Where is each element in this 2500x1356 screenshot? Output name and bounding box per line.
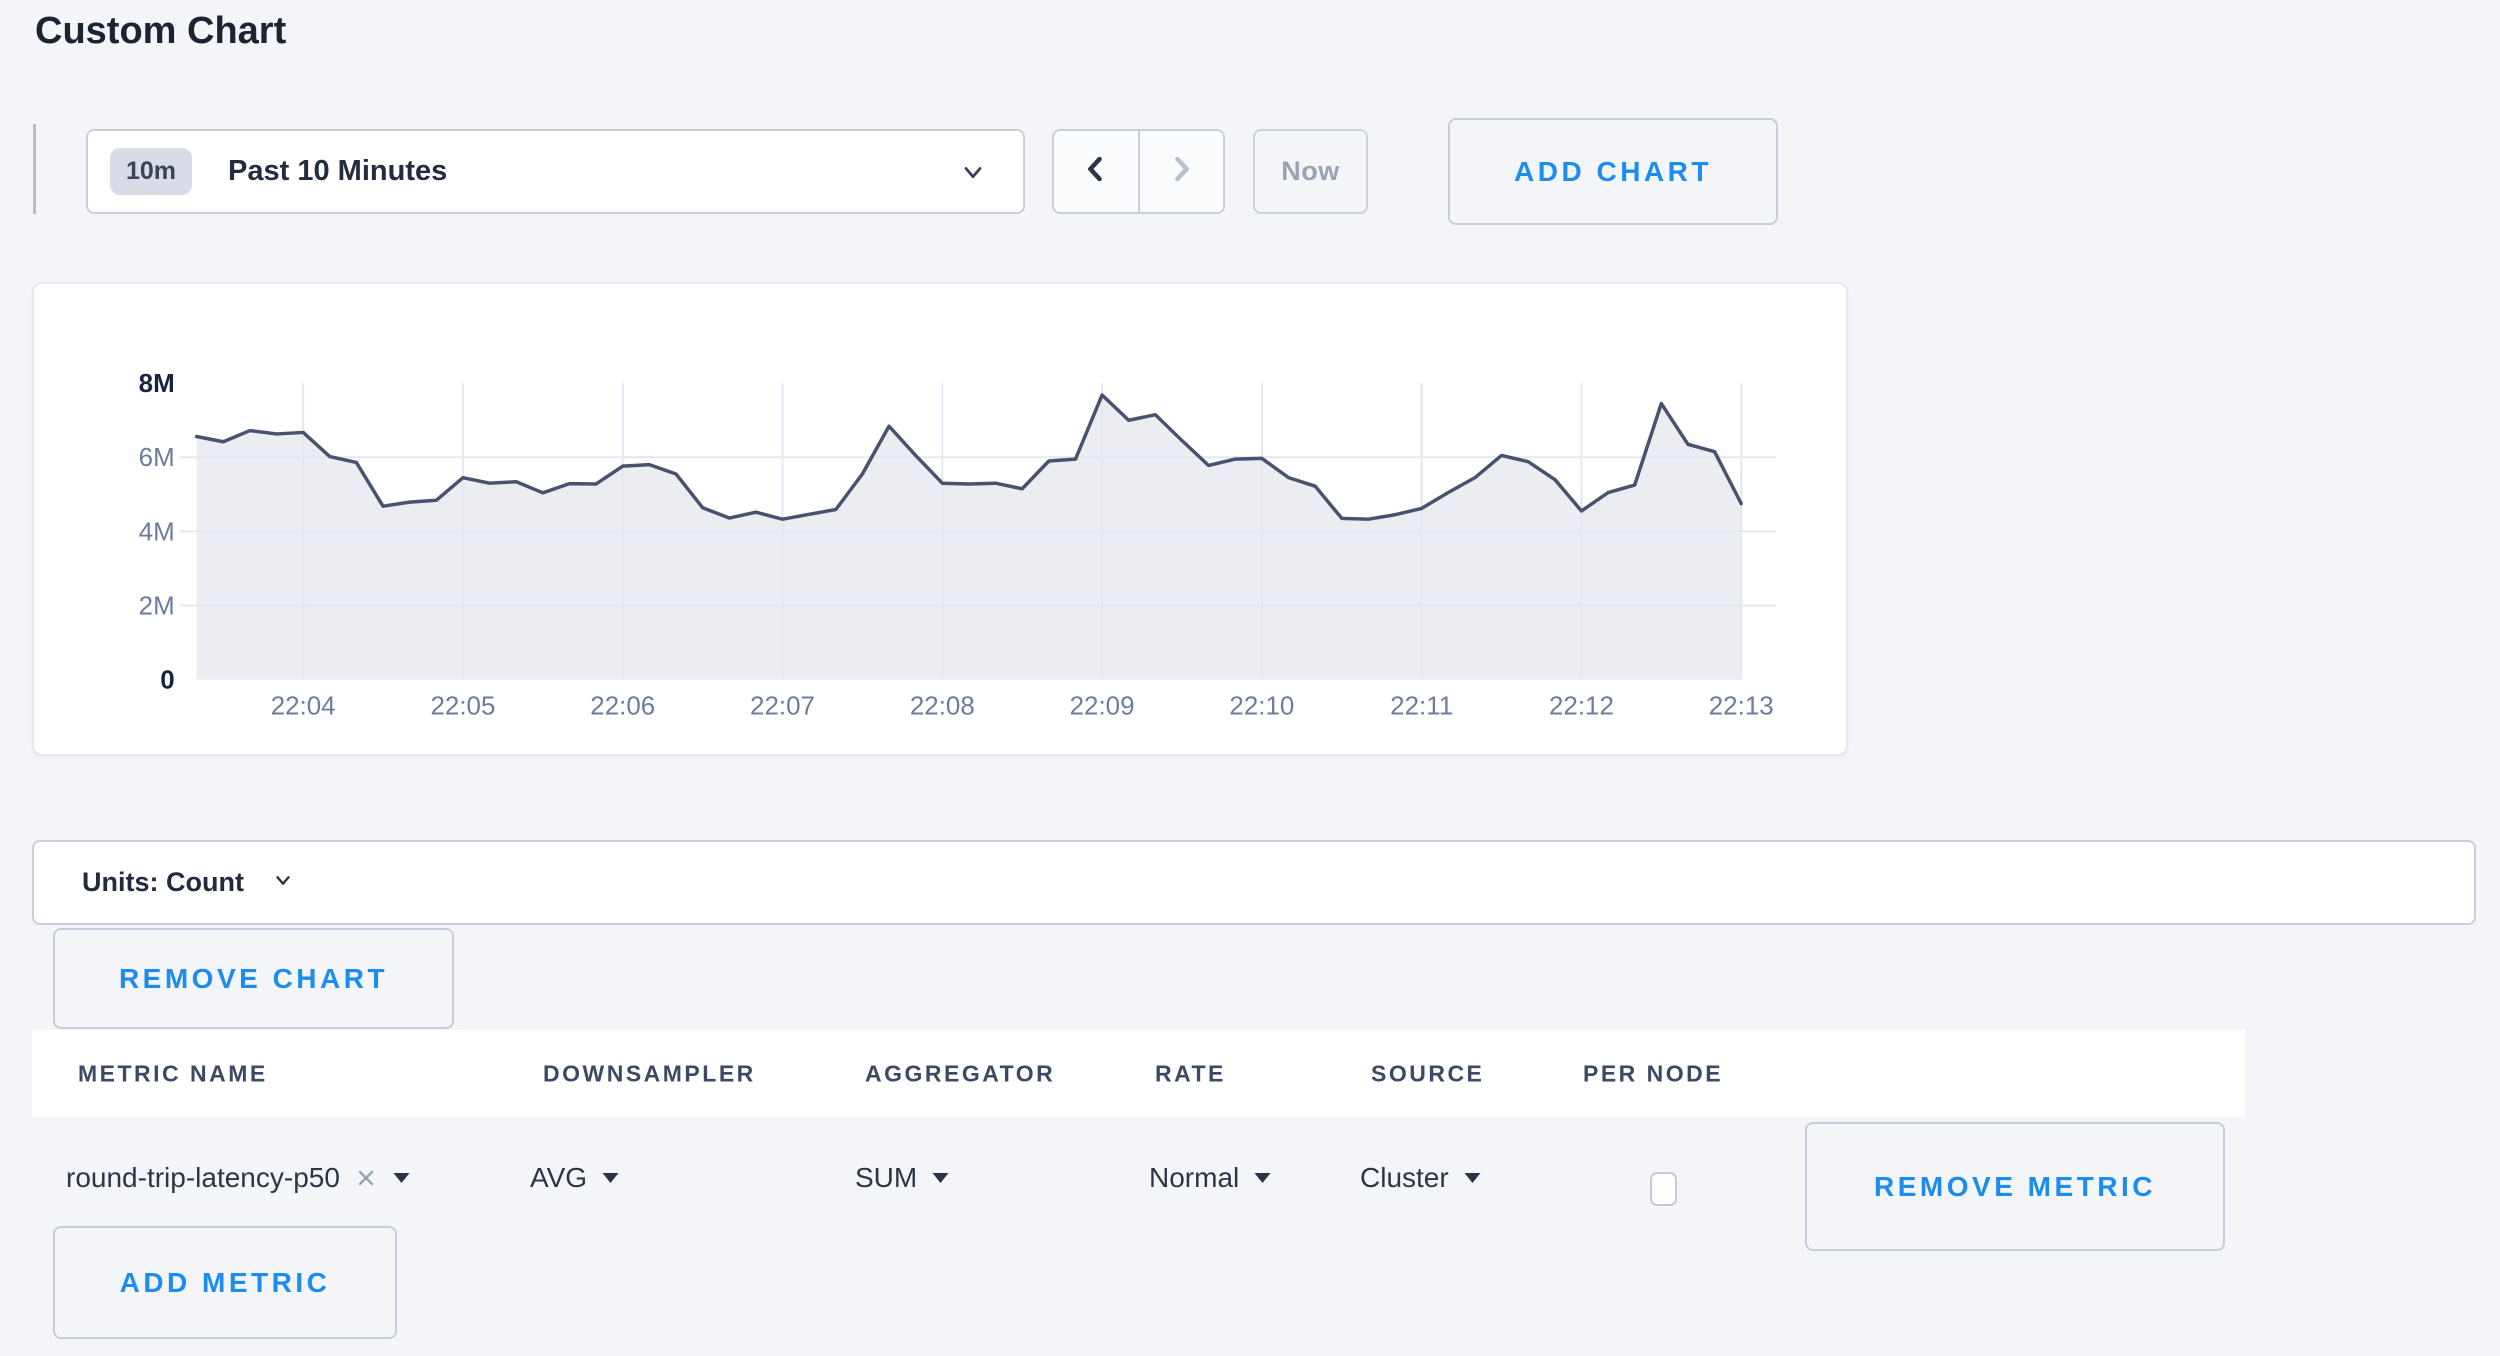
now-button-label: Now [1281, 156, 1340, 187]
chevron-left-icon [1079, 152, 1113, 191]
rate-select[interactable]: Normal [1149, 1148, 1272, 1208]
add-chart-button[interactable]: ADD CHART [1448, 118, 1778, 225]
svg-text:22:09: 22:09 [1070, 692, 1135, 720]
metric-name-value: round-trip-latency-p50 [66, 1162, 340, 1194]
svg-text:22:07: 22:07 [750, 692, 815, 720]
svg-text:6M: 6M [139, 444, 175, 472]
source-select[interactable]: Cluster [1360, 1148, 1482, 1208]
time-nav-buttons [1052, 129, 1225, 214]
col-metric-name: METRIC NAME [78, 1060, 268, 1087]
svg-text:0: 0 [160, 667, 174, 695]
triangle-down-icon [601, 1172, 620, 1184]
remove-chart-button[interactable]: REMOVE CHART [53, 928, 454, 1029]
time-range-badge: 10m [110, 148, 192, 195]
chevron-right-icon [1164, 152, 1198, 191]
per-node-checkbox[interactable] [1650, 1172, 1677, 1206]
col-downsampler: DOWNSAMPLER [543, 1060, 756, 1087]
time-range-dropdown[interactable]: 10m Past 10 Minutes [86, 129, 1025, 214]
next-time-button[interactable] [1140, 131, 1224, 212]
add-metric-label: ADD METRIC [120, 1267, 331, 1299]
x-icon[interactable] [354, 1166, 378, 1190]
remove-metric-label: REMOVE METRIC [1874, 1171, 2156, 1203]
metric-name-select[interactable]: round-trip-latency-p50 [66, 1148, 411, 1208]
now-button[interactable]: Now [1253, 129, 1368, 214]
rate-value: Normal [1149, 1162, 1239, 1194]
latency-area-chart: 22:04 22:05 22:06 22:07 22:08 22:09 22:10 22:11… [34, 284, 1846, 754]
metrics-table-header: METRIC NAME DOWNSAMPLER AGGREGATOR RATE … [32, 1030, 2245, 1117]
aggregator-value: SUM [855, 1162, 917, 1194]
downsampler-value: AVG [530, 1162, 587, 1194]
add-metric-button[interactable]: ADD METRIC [53, 1226, 397, 1339]
svg-text:22:04: 22:04 [271, 692, 336, 720]
source-value: Cluster [1360, 1162, 1449, 1194]
col-source: SOURCE [1371, 1060, 1484, 1087]
col-rate: RATE [1155, 1060, 1226, 1087]
svg-text:22:12: 22:12 [1549, 692, 1614, 720]
units-label: Units: Count [82, 867, 244, 898]
col-per-node: PER NODE [1583, 1060, 1723, 1087]
time-range-label: Past 10 Minutes [228, 155, 447, 188]
svg-text:2M: 2M [139, 593, 175, 621]
svg-text:8M: 8M [139, 370, 175, 398]
toolbar-left-tick [33, 124, 36, 214]
svg-text:22:08: 22:08 [910, 692, 975, 720]
chevron-down-icon [272, 869, 294, 896]
triangle-down-icon [392, 1172, 411, 1184]
downsampler-select[interactable]: AVG [530, 1148, 620, 1208]
remove-chart-label: REMOVE CHART [119, 963, 388, 995]
triangle-down-icon [1253, 1172, 1272, 1184]
svg-text:22:11: 22:11 [1390, 692, 1453, 720]
svg-text:22:10: 22:10 [1229, 692, 1294, 720]
svg-text:22:06: 22:06 [590, 692, 655, 720]
add-chart-label: ADD CHART [1514, 156, 1712, 188]
custom-chart-page: Custom Chart 10m Past 10 Minutes Now ADD… [0, 0, 2500, 1356]
svg-text:22:05: 22:05 [430, 692, 495, 720]
triangle-down-icon [931, 1172, 950, 1184]
triangle-down-icon [1463, 1172, 1482, 1184]
page-title: Custom Chart [35, 10, 286, 53]
prev-time-button[interactable] [1054, 131, 1138, 212]
chevron-down-icon [959, 158, 987, 186]
chart-card: 22:04 22:05 22:06 22:07 22:08 22:09 22:10 22:11… [32, 282, 1848, 756]
svg-text:4M: 4M [139, 518, 175, 546]
remove-metric-button[interactable]: REMOVE METRIC [1805, 1122, 2225, 1251]
col-aggregator: AGGREGATOR [865, 1060, 1055, 1087]
aggregator-select[interactable]: SUM [855, 1148, 950, 1208]
units-dropdown[interactable]: Units: Count [32, 840, 2476, 925]
svg-text:22:13: 22:13 [1709, 692, 1774, 720]
